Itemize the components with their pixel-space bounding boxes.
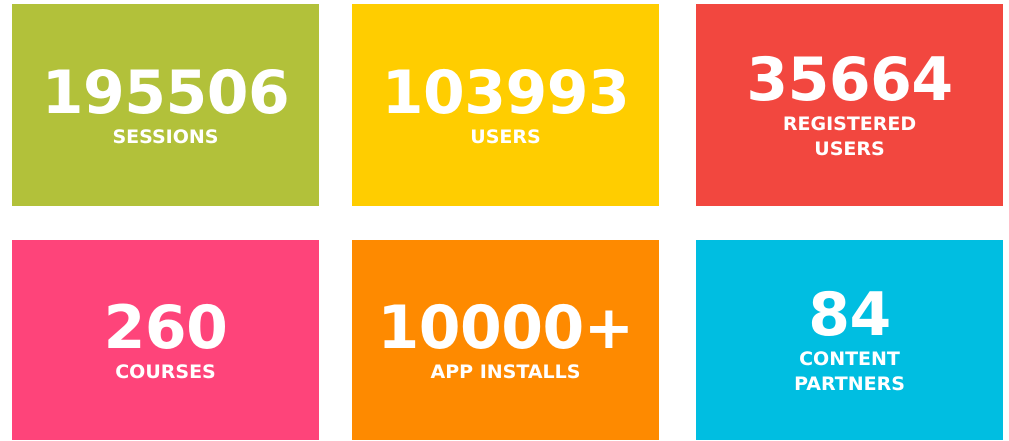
stat-label: USERS <box>470 125 541 148</box>
stat-label: APP INSTALLS <box>430 360 581 383</box>
stat-label: CONTENT PARTNERS <box>794 348 905 395</box>
stat-label: SESSIONS <box>112 125 219 148</box>
stat-value: 35664 <box>746 45 953 115</box>
stat-value: 10000+ <box>377 292 634 363</box>
stat-label: COURSES <box>115 360 216 383</box>
stat-tile-app-installs: 10000+ APP INSTALLS <box>352 240 659 440</box>
stat-value: 260 <box>103 292 228 363</box>
stat-tile-sessions: 195506 SESSIONS <box>12 4 319 206</box>
stat-tile-users: 103993 USERS <box>352 4 659 206</box>
stat-value: 103993 <box>381 57 630 128</box>
stat-value: 195506 <box>41 57 290 128</box>
stat-label: REGISTERED USERS <box>782 113 917 160</box>
stat-value: 84 <box>808 280 891 350</box>
stat-tile-registered-users: 35664 REGISTERED USERS <box>696 4 1003 206</box>
stat-tile-content-partners: 84 CONTENT PARTNERS <box>696 240 1003 440</box>
stat-tile-courses: 260 COURSES <box>12 240 319 440</box>
